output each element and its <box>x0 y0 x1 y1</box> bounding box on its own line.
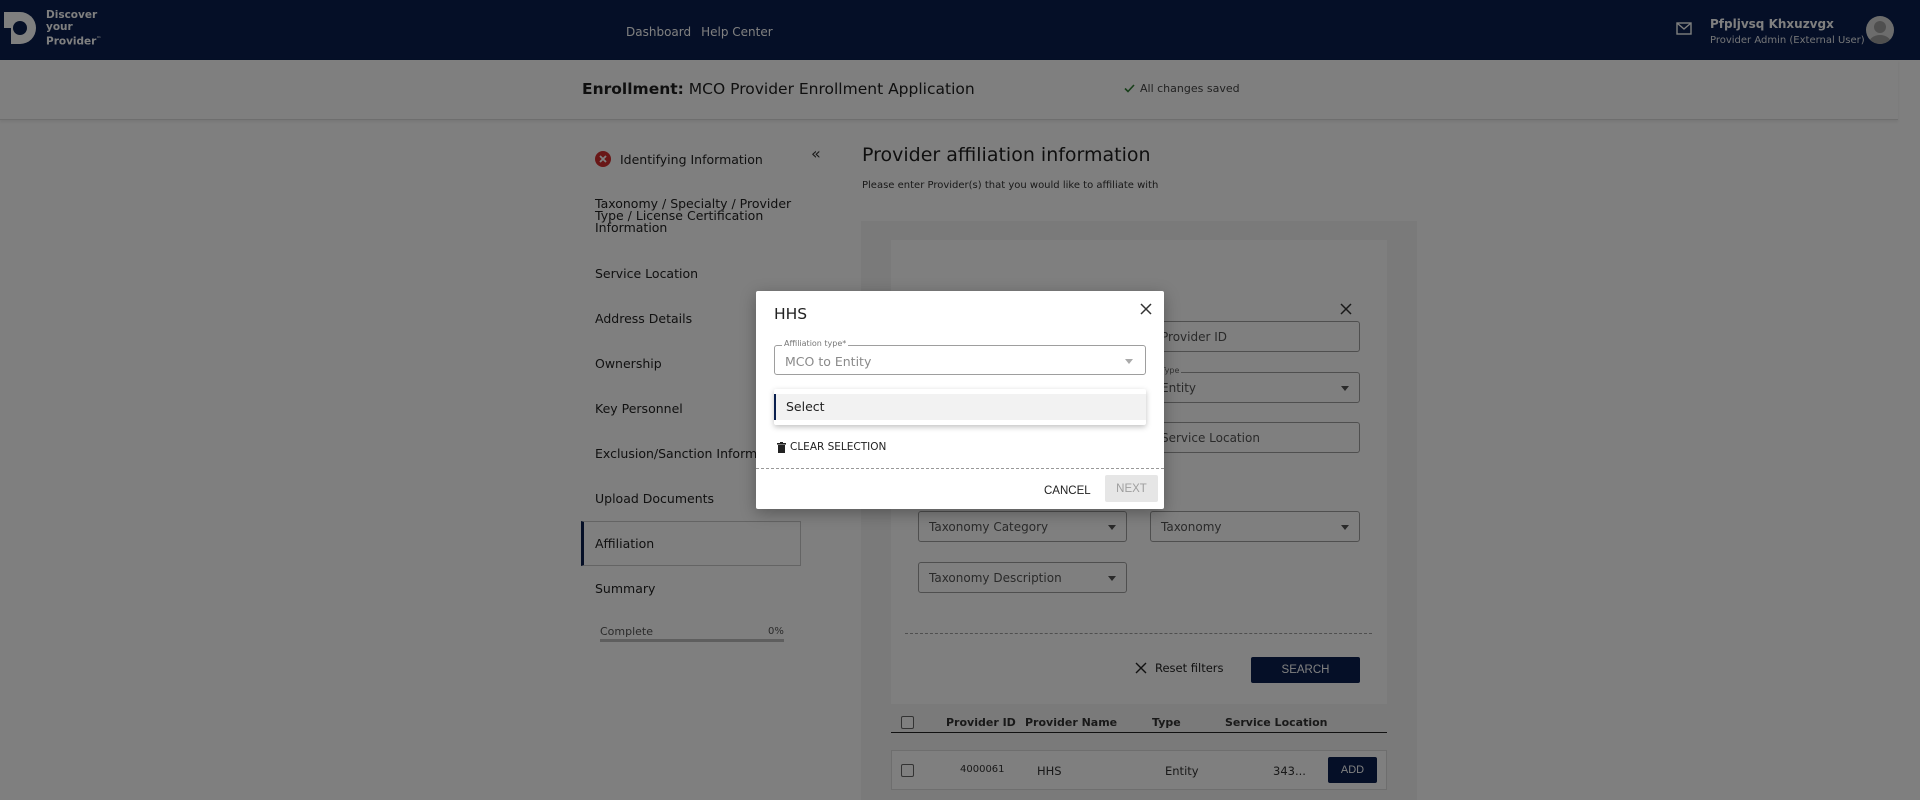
affiliation-modal: HHS Affiliation type* MCO to Entity Sele… <box>756 291 1164 509</box>
modal-divider <box>756 468 1164 469</box>
affiliation-type-value: MCO to Entity <box>785 354 872 369</box>
close-icon[interactable] <box>1138 301 1154 317</box>
clear-selection-button[interactable]: CLEAR SELECTION <box>777 441 886 453</box>
cancel-button[interactable]: CANCEL <box>1044 478 1091 504</box>
affiliation-type-label: Affiliation type* <box>782 339 849 348</box>
affiliation-type-select[interactable]: Affiliation type* MCO to Entity <box>774 339 1146 375</box>
trash-icon <box>777 441 786 453</box>
modal-title: HHS <box>774 305 808 323</box>
clear-selection-label: CLEAR SELECTION <box>790 441 887 453</box>
dropdown-option-select[interactable]: Select <box>774 394 1146 420</box>
next-button[interactable]: NEXT <box>1105 475 1158 502</box>
chevron-down-icon <box>1125 359 1133 364</box>
dropdown-menu: Select <box>774 389 1146 425</box>
